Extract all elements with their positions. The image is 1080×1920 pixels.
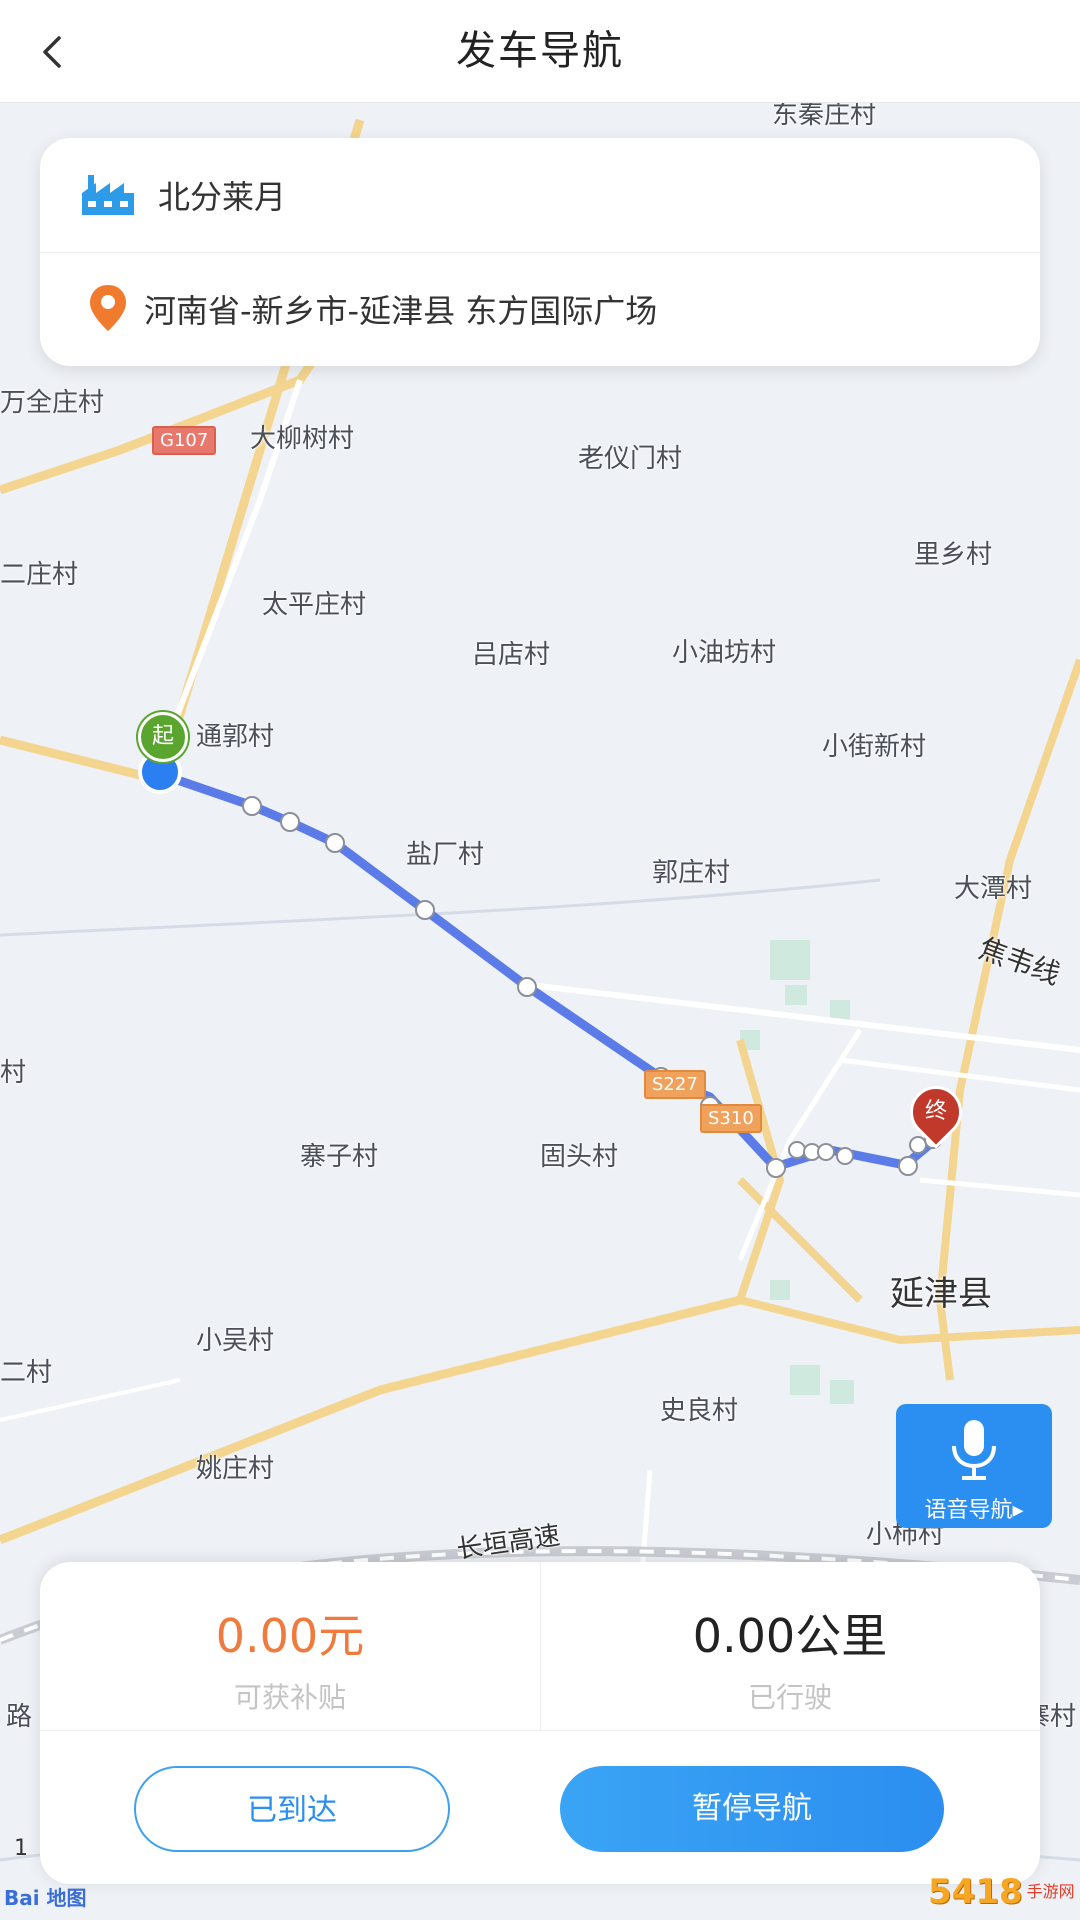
navigation-panel: 0.00元 可获补贴 0.00公里 已行驶 已到达 暂停导航 (40, 1562, 1040, 1884)
location-pin-icon (80, 281, 136, 337)
destination-row[interactable]: 河南省-新乡市-延津县 东方国际广场 (40, 252, 1040, 366)
end-marker-label: 终 (924, 1099, 947, 1124)
subsidy-label: 可获补贴 (233, 1681, 346, 1714)
place-label: 郭庄村 (652, 858, 731, 888)
start-marker: 起 (138, 712, 188, 762)
subsidy-value: 0.00元 (215, 1609, 365, 1663)
microphone-icon (952, 1420, 996, 1480)
pause-navigation-button[interactable]: 暂停导航 (560, 1766, 944, 1852)
distance-label: 已行驶 (747, 1681, 832, 1714)
panel-divider (40, 1730, 1040, 1731)
place-label: 老仪门村 (578, 444, 683, 474)
place-label: 吕店村 (472, 640, 551, 670)
origin-name: 北分莱月 (158, 178, 287, 216)
place-label: 史良村 (660, 1396, 739, 1426)
destination-address: 河南省-新乡市-延津县 东方国际广场 (144, 292, 658, 330)
watermark-text: 手游网 (1026, 1882, 1075, 1901)
road-shield-s310: S310 (700, 1104, 762, 1133)
place-label: 通郭村 (196, 722, 275, 752)
map-scale: 1 (14, 1836, 28, 1861)
place-label: 大柳树村 (250, 424, 355, 454)
site-watermark: 5418 手游网 (928, 1868, 1076, 1916)
place-label: 里乡村 (914, 540, 993, 570)
route-line (155, 769, 940, 1172)
arrived-button[interactable]: 已到达 (134, 1766, 450, 1852)
place-label: 二村 (0, 1358, 53, 1388)
header-bar: 发车导航 (0, 0, 1080, 103)
place-label: 路 (6, 1702, 33, 1732)
place-label: 万全庄村 (0, 388, 105, 418)
subsidy-stat: 0.00元 可获补贴 (40, 1562, 541, 1730)
road-shield-s227: S227 (644, 1070, 706, 1099)
factory-icon (80, 167, 136, 223)
distance-stat: 0.00公里 已行驶 (540, 1562, 1040, 1730)
place-label: 村 (0, 1058, 27, 1088)
road-shield-g107: G107 (152, 426, 217, 455)
place-label: 大潭村 (954, 874, 1033, 904)
page-title: 发车导航 (456, 28, 624, 74)
place-label: 固头村 (540, 1142, 619, 1172)
place-label: 小吴村 (196, 1326, 275, 1356)
origin-row[interactable]: 北分莱月 (40, 138, 1040, 253)
place-label: 寨子村 (300, 1142, 379, 1172)
place-label: 姚庄村 (196, 1454, 275, 1484)
route-card: 北分莱月 河南省-新乡市-延津县 东方国际广场 (40, 138, 1040, 366)
baidu-map-logo: Bai 地图 (4, 1886, 87, 1910)
voice-navigation-button[interactable]: 语音导航▸ (896, 1404, 1052, 1528)
start-marker-label: 起 (151, 724, 174, 749)
place-label: 小油坊村 (672, 638, 777, 668)
place-label: 小街新村 (822, 732, 927, 762)
watermark-number: 5418 (928, 1872, 1023, 1912)
place-label: 太平庄村 (262, 590, 367, 620)
place-label: 盐厂村 (406, 840, 485, 870)
place-label: 二庄村 (0, 560, 79, 590)
distance-value: 0.00公里 (692, 1609, 888, 1663)
voice-navigation-label: 语音导航▸ (924, 1498, 1024, 1523)
place-label: 东秦庄村 (772, 102, 877, 130)
place-label-county: 延津县 (890, 1274, 992, 1314)
